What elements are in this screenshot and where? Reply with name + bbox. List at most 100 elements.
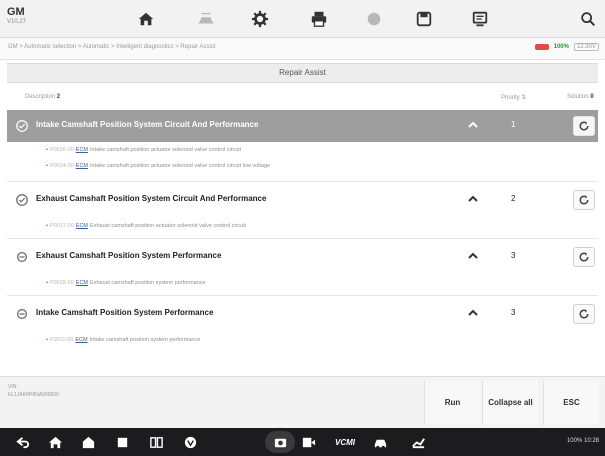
solution-button[interactable] [573, 247, 595, 267]
solution-count: 0 [590, 94, 594, 100]
vin-value: KL1JA6HP8NA000000 [8, 392, 59, 398]
row-priority: 3 [511, 251, 516, 260]
chevron-up-icon[interactable] [467, 193, 479, 205]
chevron-up-icon[interactable] [467, 119, 479, 131]
row-priority: 3 [511, 308, 516, 317]
collapse-all-button[interactable]: Collapse all [482, 381, 538, 425]
module-link[interactable]: ECM [76, 147, 88, 153]
vehicle-swap-icon[interactable] [193, 6, 219, 32]
search-icon[interactable] [575, 6, 601, 32]
esc-button[interactable]: ESC [543, 381, 599, 425]
solution-header: Solution 0 [567, 94, 594, 100]
breadcrumb: GM > Automatic selection > Automatic > I… [8, 44, 216, 50]
list-item[interactable]: • P0014-00 ECM Intake camshaft position act… [7, 159, 598, 173]
bullet: • [46, 223, 48, 229]
launcher-icon[interactable] [80, 434, 96, 450]
status-pending-icon [17, 309, 27, 319]
table-row[interactable]: Exhaust Camshaft Position System Circuit… [7, 184, 598, 216]
description-label: Description [25, 94, 56, 100]
dtc-code: P0016-00 [49, 147, 74, 153]
column-header: Description 2 Priority ⇅ Solution 0 [7, 86, 598, 108]
table-row[interactable]: Intake Camshaft Position System Performa… [7, 298, 598, 330]
module-link[interactable]: ECM [76, 280, 88, 286]
page-title: Repair Assist [7, 63, 598, 83]
description-header: Description 2 [25, 94, 60, 100]
list-item[interactable]: • P0016-00 ECM Intake camshaft position act… [7, 143, 598, 157]
bullet: • [46, 147, 48, 153]
dtc-description: Intake camshaft position actuator soleno… [90, 147, 242, 153]
dtc-code: P0011-00 [49, 337, 74, 343]
dtc-description: Exhaust camshaft position actuator solen… [90, 223, 246, 229]
battery-voltage: 12.30V [573, 43, 599, 51]
module-link[interactable]: ECM [76, 163, 88, 169]
divider [7, 238, 598, 239]
module-link[interactable]: ECM [75, 337, 87, 343]
save-icon[interactable] [411, 6, 437, 32]
row-priority: 2 [511, 194, 516, 203]
data-icon[interactable] [467, 6, 493, 32]
row-priority: 1 [511, 120, 516, 129]
brand-version: V10.27 [7, 19, 27, 25]
solution-label: Solution [567, 94, 589, 100]
solution-button[interactable] [573, 190, 595, 210]
run-button[interactable]: Run [424, 381, 480, 425]
dtc-code: P0015-00 [49, 280, 74, 286]
list-item[interactable]: • P0011-00 ECM Intake camshaft position sys… [7, 333, 598, 347]
print-icon[interactable] [306, 6, 332, 32]
settings-icon[interactable] [247, 6, 273, 32]
help-icon[interactable] [361, 6, 387, 32]
vehicle-info: VIN: KL1JA6HP8NA000000 [8, 383, 59, 399]
vin-label: VIN: [8, 384, 18, 390]
dtc-description: Intake camshaft position actuator soleno… [90, 163, 271, 169]
brand: GM V10.27 [7, 6, 33, 26]
dtc-description: Intake camshaft position system performa… [89, 337, 201, 343]
browser-icon[interactable] [182, 434, 198, 450]
chevron-up-icon[interactable] [467, 250, 479, 262]
row-title: Intake Camshaft Position System Performa… [36, 308, 214, 317]
refresh-icon [579, 195, 589, 205]
dtc-description: Exhaust camshaft position system perform… [90, 280, 206, 286]
battery-percent: 100% [553, 44, 569, 50]
chevron-up-icon[interactable] [467, 307, 479, 319]
status-check-icon [16, 120, 28, 132]
solution-button[interactable] [573, 116, 595, 136]
bullet: • [46, 337, 48, 343]
module-link[interactable]: ECM [76, 223, 88, 229]
solution-button[interactable] [573, 304, 595, 324]
bullet: • [46, 280, 48, 286]
connection-icon[interactable] [410, 434, 426, 450]
system-nav-bar: VCMI 100% 10:28 [0, 428, 605, 456]
split-screen-icon[interactable] [148, 434, 164, 450]
recent-apps-icon[interactable] [114, 434, 130, 450]
refresh-icon [579, 121, 589, 131]
divider [7, 295, 598, 296]
divider [7, 181, 598, 182]
status-pending-icon [17, 252, 27, 262]
priority-label: Priority [501, 95, 520, 101]
action-bar: VIN: KL1JA6HP8NA000000 Run Collapse all … [0, 376, 605, 428]
back-icon[interactable] [14, 434, 30, 450]
vehicle-status: 100% 12.30V [534, 43, 599, 51]
dtc-code: P0014-00 [49, 163, 74, 169]
description-count: 2 [56, 94, 61, 100]
dtc-code: P0017-00 [49, 223, 74, 229]
row-title: Exhaust Camshaft Position System Circuit… [36, 194, 267, 203]
table-row[interactable]: Exhaust Camshaft Position System Perform… [7, 241, 598, 273]
status-check-icon [16, 194, 28, 206]
list-item[interactable]: • P0015-00 ECM Exhaust camshaft position sy… [7, 276, 598, 290]
breadcrumb-bar: GM > Automatic selection > Automatic > I… [0, 38, 605, 60]
row-title: Exhaust Camshaft Position System Perform… [36, 251, 222, 260]
home-icon[interactable] [47, 434, 63, 450]
vehicle-icon[interactable] [372, 434, 388, 450]
home-icon[interactable] [133, 6, 159, 32]
camera-icon[interactable] [265, 431, 295, 453]
table-row[interactable]: Intake Camshaft Position System Circuit … [7, 110, 598, 142]
refresh-icon [579, 309, 589, 319]
list-item[interactable]: • P0017-00 ECM Exhaust camshaft position ac… [7, 219, 598, 233]
screen-record-icon[interactable] [300, 434, 316, 450]
vci-label[interactable]: VCMI [334, 434, 356, 450]
vehicle-connection-icon [534, 44, 549, 50]
priority-header[interactable]: Priority ⇅ [501, 94, 526, 101]
system-status: 100% 10:28 [566, 438, 599, 444]
bullet: • [46, 163, 48, 169]
